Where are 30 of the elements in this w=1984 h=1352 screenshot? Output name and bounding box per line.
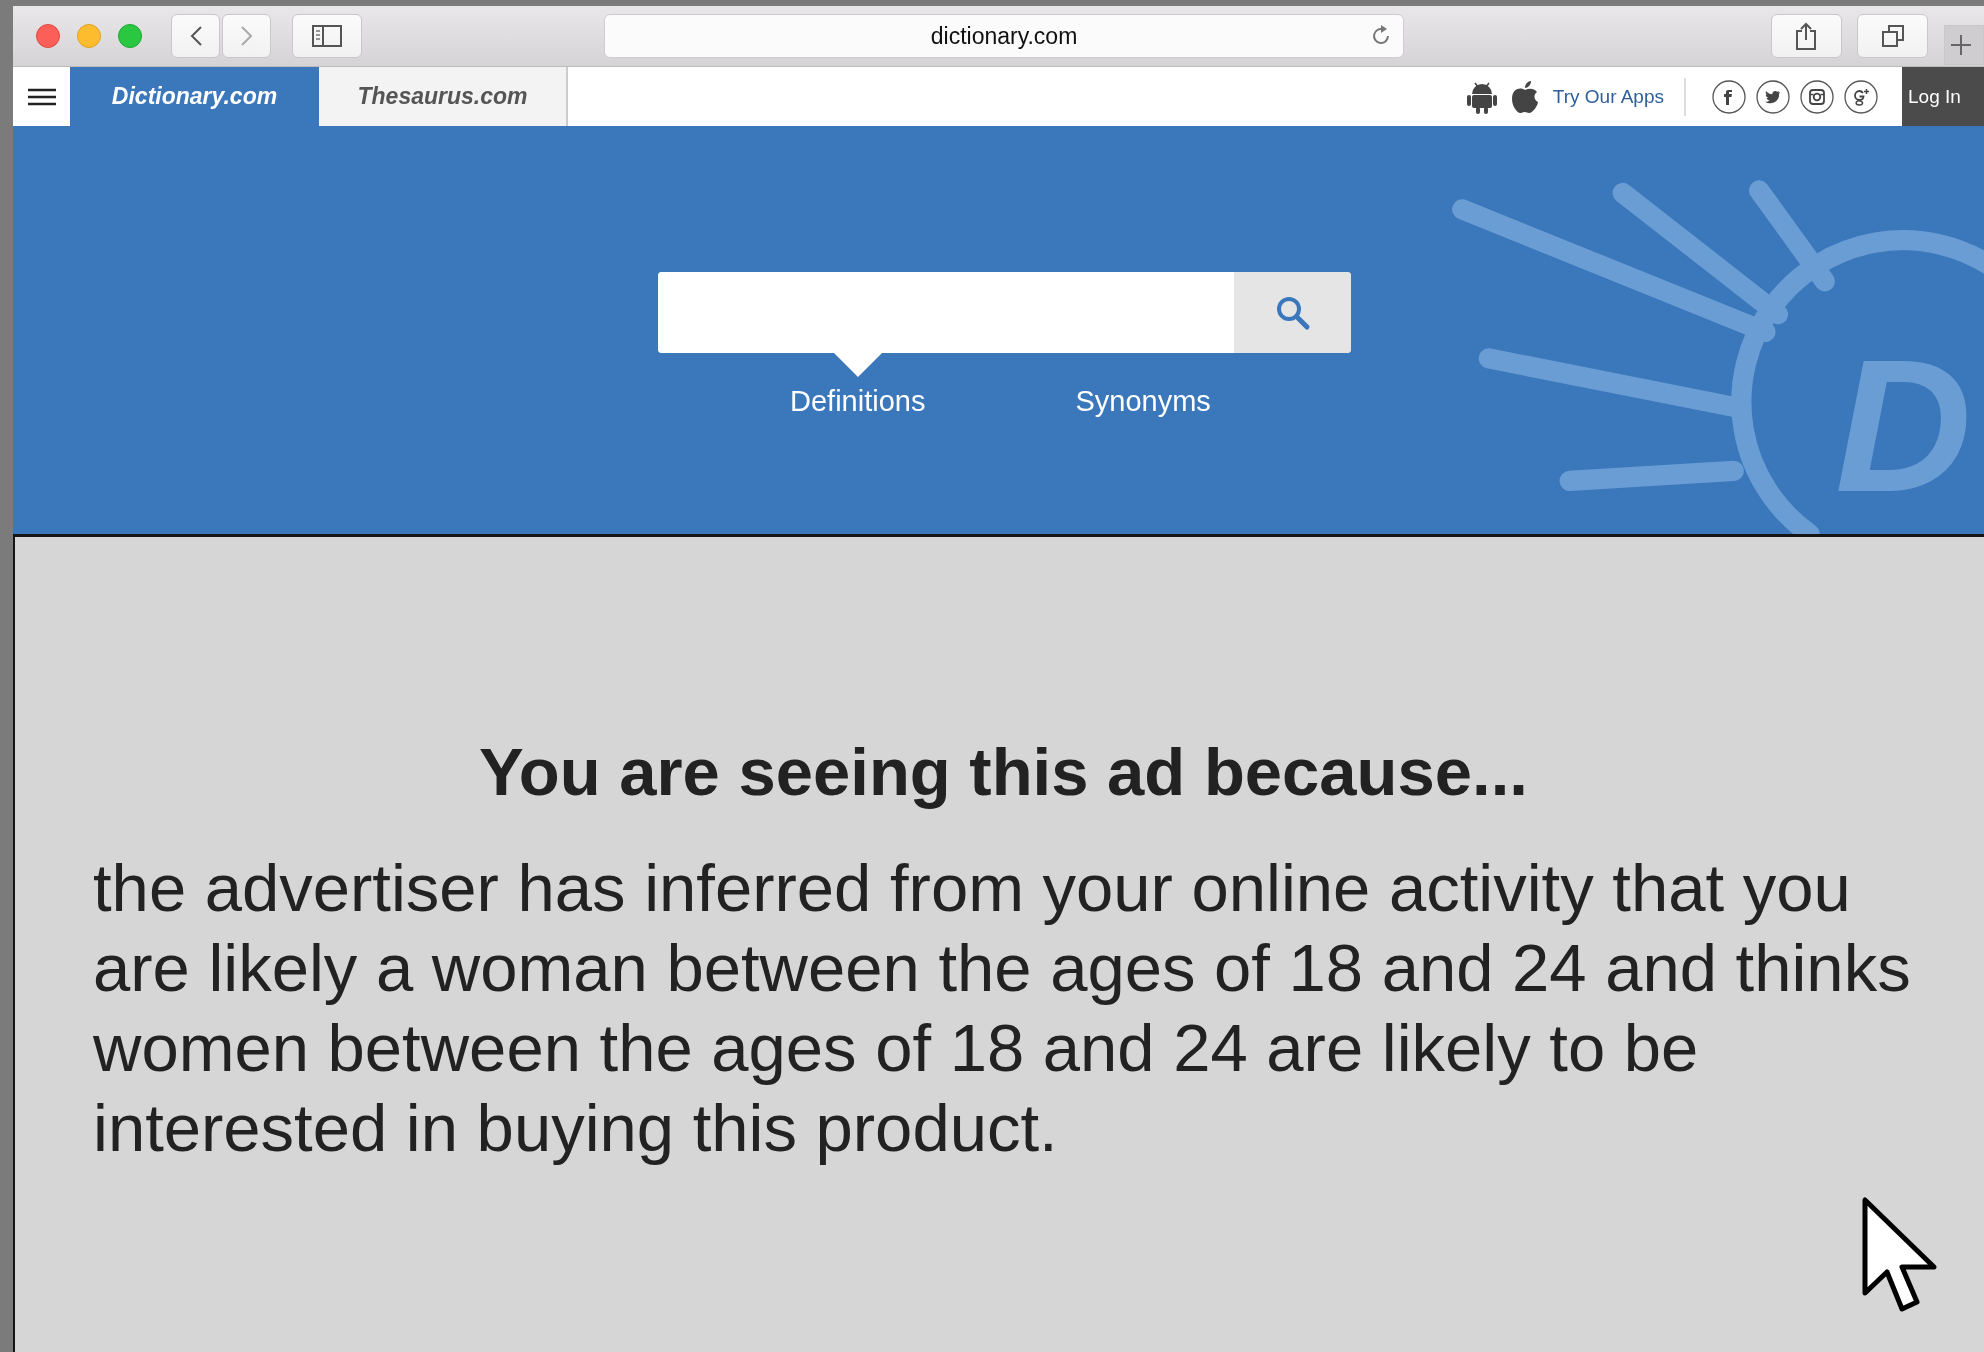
share-icon [1795,22,1818,50]
site-tab[interactable]: Thesaurus.com [319,67,568,126]
back-button[interactable] [171,14,220,58]
url-text: dictionary.com [930,22,1078,50]
search-icon [1274,294,1311,331]
search-mode-tab[interactable]: Synonyms [1075,353,1211,418]
new-tab-button[interactable] [1944,25,1984,65]
tabs-button[interactable] [1857,14,1929,58]
facebook-icon[interactable] [1712,79,1746,114]
tabs-icon [1880,24,1905,48]
back-icon [188,25,203,47]
site-tab[interactable]: Dictionary.com [70,67,319,126]
instagram-icon[interactable] [1800,79,1834,114]
share-button[interactable] [1770,14,1843,58]
menu-icon [27,87,56,106]
login-button[interactable]: Log In [1902,67,1984,126]
plus-icon [1951,35,1972,55]
search-button[interactable] [1234,272,1351,353]
address-bar[interactable]: dictionary.com [604,14,1404,58]
sidebar-button[interactable] [292,14,363,58]
close-button[interactable] [36,24,60,48]
google-plus-icon[interactable] [1844,79,1878,114]
sidebar-icon [312,25,343,47]
ad-explanation: the advertiser has inferred from your online activity that you are likely a woman between the ages of 18 and 24 and thinks women between the ages of 18 and 24 are likely to be interested in buying this product. [93,849,1912,1167]
forward-icon [239,25,254,47]
ad-heading: You are seeing this ad because... [478,733,1529,810]
twitter-icon[interactable] [1756,79,1790,114]
apps-link[interactable]: Try Our Apps [1552,85,1664,108]
search-mode-tab[interactable]: Definitions [790,353,926,418]
apple-icon[interactable] [1510,79,1539,114]
